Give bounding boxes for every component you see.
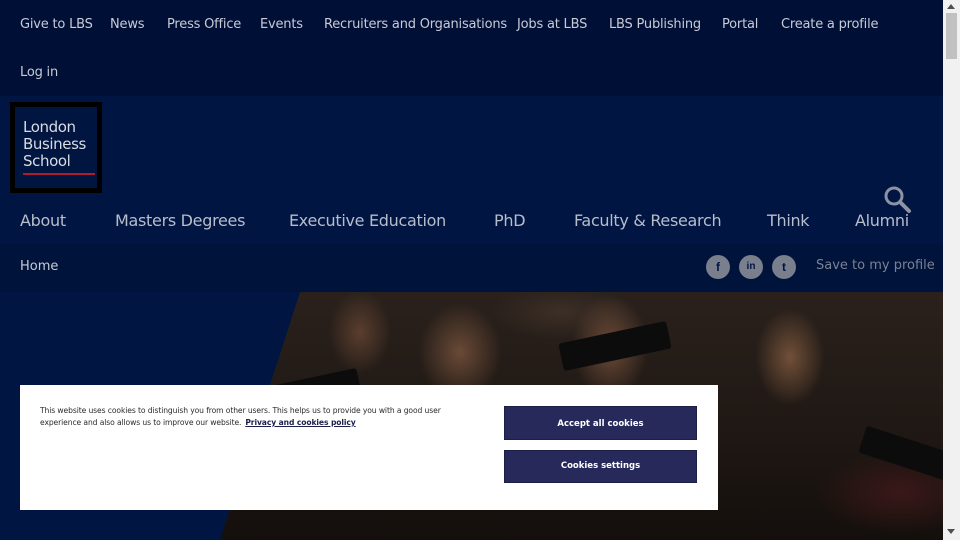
- cookie-message: This website uses cookies to distinguish…: [40, 405, 472, 429]
- util-link-events[interactable]: Events: [260, 17, 303, 32]
- scroll-thumb[interactable]: [946, 13, 957, 59]
- util-link-give[interactable]: Give to LBS: [20, 17, 93, 32]
- util-link-recruiters[interactable]: Recruiters and Organisations: [324, 17, 507, 32]
- nav-about[interactable]: About: [20, 211, 66, 230]
- nav-think[interactable]: Think: [767, 211, 810, 230]
- logo-red-rule: [23, 173, 95, 175]
- logo-line-2: Business: [23, 135, 86, 153]
- linkedin-icon[interactable]: in: [739, 255, 763, 279]
- save-to-profile-link[interactable]: Save to my profile: [816, 258, 935, 273]
- nav-faculty-research[interactable]: Faculty & Research: [574, 211, 722, 230]
- facebook-icon[interactable]: f: [706, 255, 730, 279]
- scroll-up-arrow-icon[interactable]: [947, 4, 955, 9]
- logo-line-3: School: [23, 152, 71, 170]
- accept-all-cookies-button[interactable]: Accept all cookies: [504, 406, 697, 440]
- util-link-news[interactable]: News: [110, 17, 145, 32]
- hero-photo-cap: [858, 425, 943, 487]
- site-header: London Business School About Masters Deg…: [0, 96, 943, 244]
- breadcrumb-bar: Home f in t Save to my profile: [0, 244, 943, 292]
- twitter-icon[interactable]: t: [772, 255, 796, 279]
- privacy-policy-link[interactable]: Privacy and cookies policy: [245, 418, 355, 427]
- utility-nav: Give to LBS News Press Office Events Rec…: [0, 0, 943, 96]
- util-link-create-profile[interactable]: Create a profile: [781, 17, 878, 32]
- nav-alumni[interactable]: Alumni: [855, 211, 909, 230]
- util-link-jobs[interactable]: Jobs at LBS: [517, 17, 587, 32]
- cookies-settings-button[interactable]: Cookies settings: [504, 450, 697, 483]
- search-icon[interactable]: [882, 184, 912, 214]
- scrollbar[interactable]: [943, 0, 960, 540]
- cookie-text: This website uses cookies to distinguish…: [40, 406, 441, 427]
- cookie-banner: This website uses cookies to distinguish…: [20, 385, 718, 510]
- util-link-press-office[interactable]: Press Office: [167, 17, 241, 32]
- login-link[interactable]: Log in: [20, 65, 58, 80]
- nav-phd[interactable]: PhD: [494, 211, 526, 230]
- scroll-down-arrow-icon[interactable]: [947, 529, 955, 534]
- logo-panel: London Business School: [15, 107, 97, 188]
- logo-line-1: London: [23, 118, 76, 136]
- hero-photo-cap: [558, 320, 672, 372]
- nav-masters-degrees[interactable]: Masters Degrees: [115, 211, 245, 230]
- util-link-portal[interactable]: Portal: [722, 17, 758, 32]
- lbs-logo[interactable]: London Business School: [10, 102, 102, 193]
- util-link-publishing[interactable]: LBS Publishing: [609, 17, 701, 32]
- breadcrumb-home[interactable]: Home: [20, 259, 58, 274]
- nav-executive-education[interactable]: Executive Education: [289, 211, 446, 230]
